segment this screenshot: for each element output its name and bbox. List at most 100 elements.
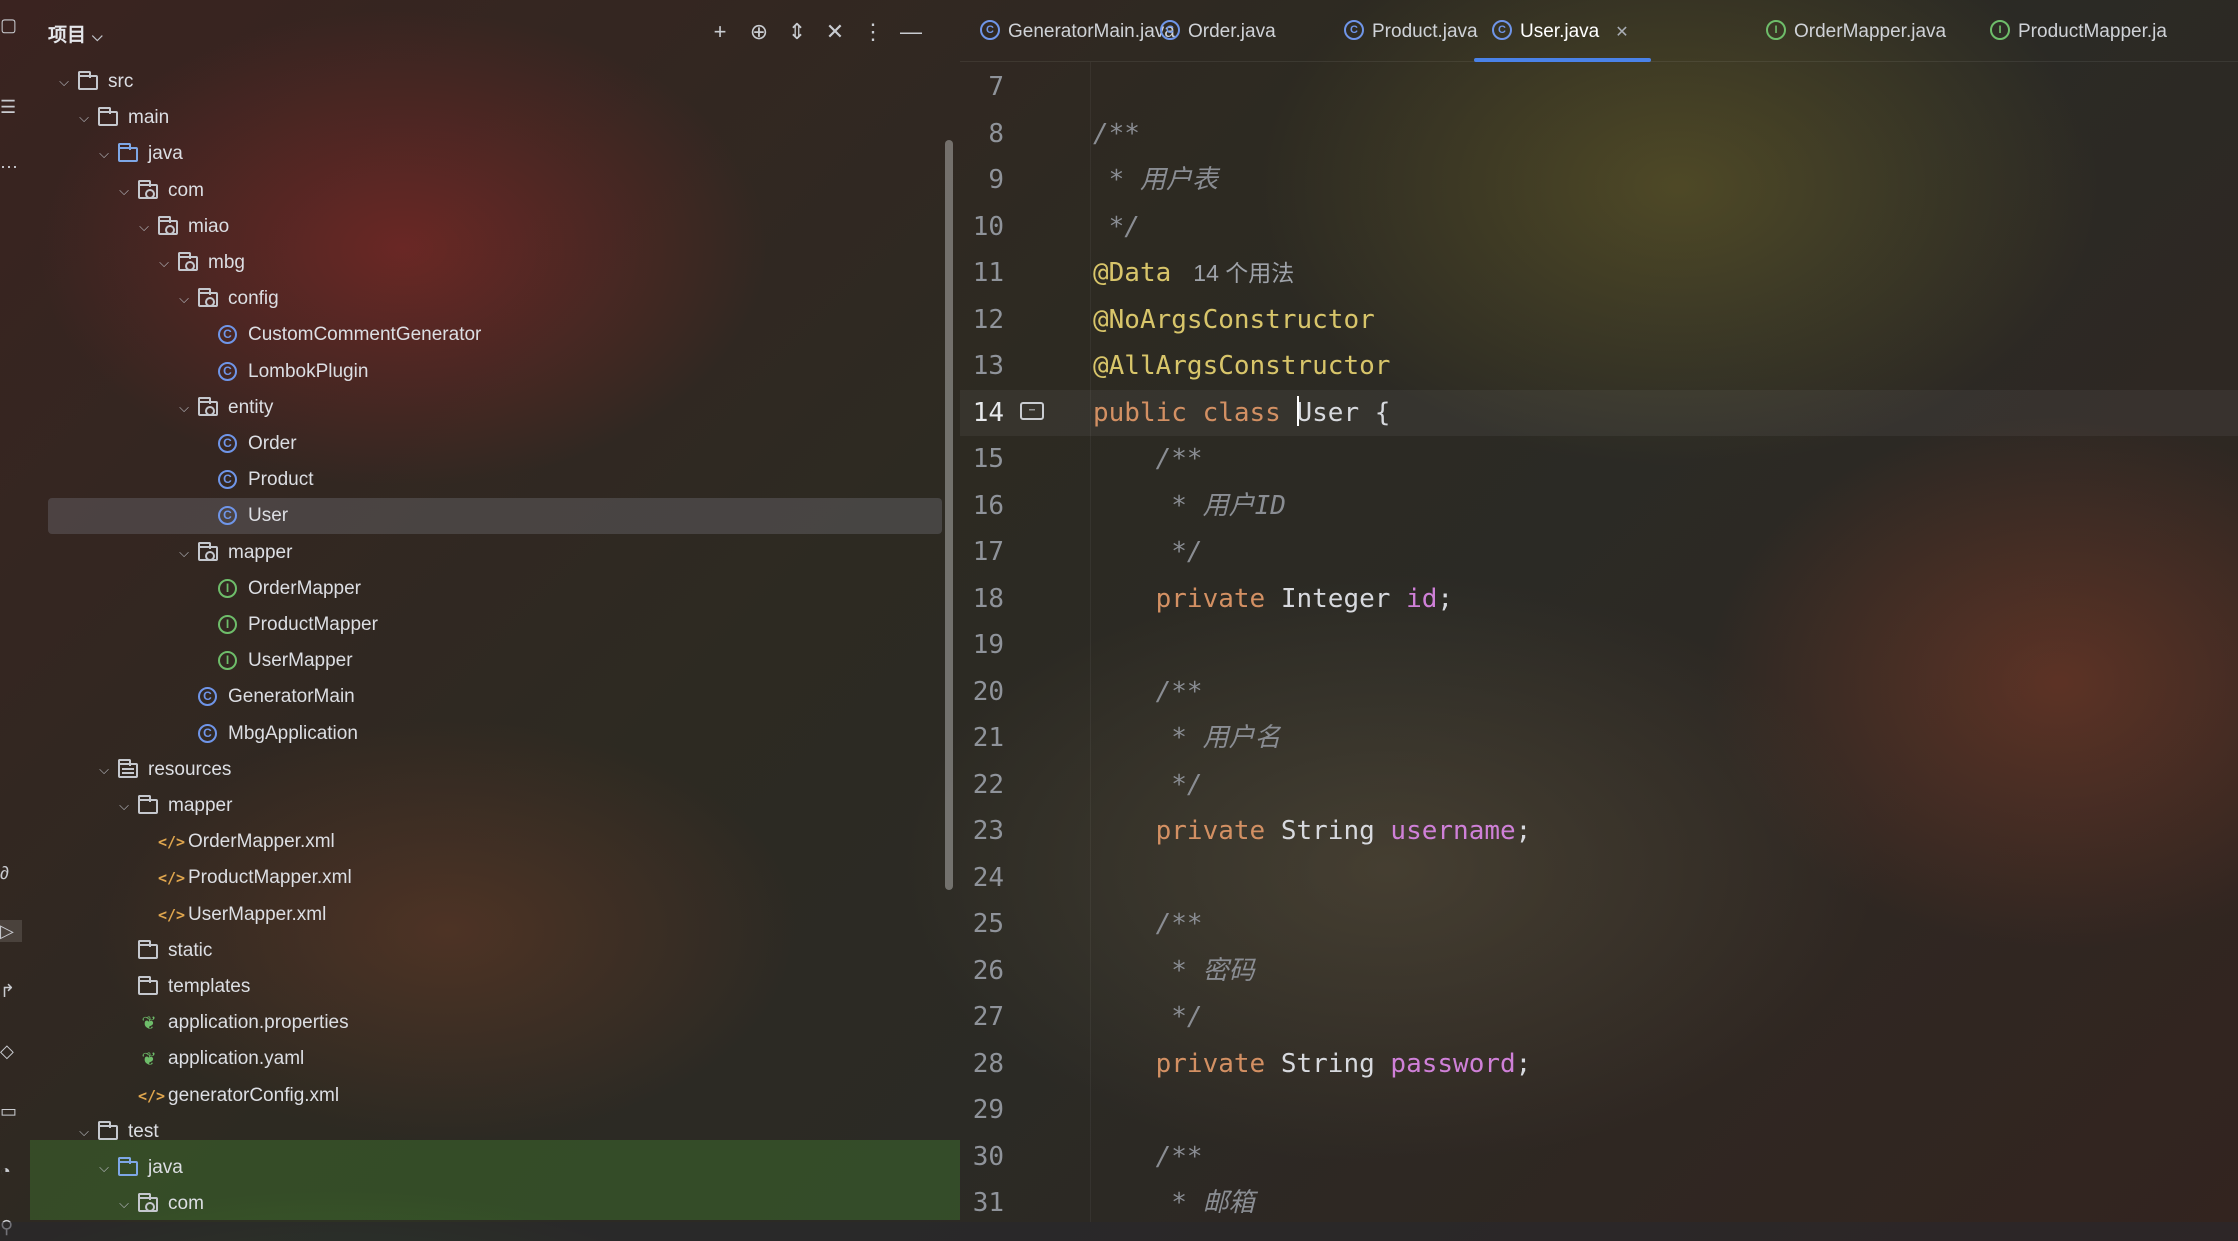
tree-row[interactable]: C User bbox=[48, 498, 942, 535]
chevron-down-icon[interactable]: ⌵ bbox=[176, 281, 192, 317]
line-number[interactable]: 27 bbox=[960, 994, 1004, 1040]
tree-row[interactable]: ⌵ mapper bbox=[30, 535, 942, 571]
tree-row[interactable]: C GeneratorMain bbox=[30, 679, 942, 715]
tree-row[interactable]: ⌵ com bbox=[30, 173, 942, 209]
line-number[interactable]: 24 bbox=[960, 855, 1004, 901]
tree-row[interactable]: ⌵ miao bbox=[30, 209, 942, 245]
editor-tab[interactable]: C Product.java bbox=[1344, 0, 1478, 62]
tree-row[interactable]: ⌵ src bbox=[30, 64, 942, 100]
code-line[interactable]: 25 /** bbox=[960, 901, 2238, 947]
tree-row[interactable]: C Product bbox=[30, 462, 942, 498]
code-line[interactable]: 24 bbox=[960, 855, 2238, 901]
collapse-all-icon[interactable]: ✕ bbox=[821, 18, 849, 46]
code-line[interactable]: 9 * 用户表 bbox=[960, 157, 2238, 203]
run-tool-icon[interactable]: ▷ bbox=[0, 920, 22, 942]
usages-hint[interactable]: 14 个用法 bbox=[1193, 260, 1294, 286]
tree-row[interactable]: </> UserMapper.xml bbox=[30, 897, 942, 933]
code-line[interactable]: 31 * 邮箱 bbox=[960, 1180, 2238, 1226]
tree-row[interactable]: ⌵ entity bbox=[30, 390, 942, 426]
code-line[interactable]: 27 */ bbox=[960, 994, 2238, 1040]
line-number[interactable]: 8 bbox=[960, 111, 1004, 157]
code-line[interactable]: 22 */ bbox=[960, 762, 2238, 808]
add-icon[interactable]: + bbox=[706, 18, 734, 46]
code-line[interactable]: 23 private String username; bbox=[960, 808, 2238, 854]
project-view-selector[interactable]: 项目 ⌵ bbox=[48, 20, 103, 47]
tree-row[interactable]: I OrderMapper bbox=[30, 571, 942, 607]
tree-row[interactable]: C LombokPlugin bbox=[30, 354, 942, 390]
more-options-icon[interactable]: ⋮ bbox=[859, 18, 887, 46]
line-number[interactable]: 14 bbox=[960, 390, 1004, 436]
debug-tool-icon[interactable]: ↱ bbox=[0, 980, 18, 1002]
line-number[interactable]: 25 bbox=[960, 901, 1004, 947]
code-line[interactable]: 8 /** bbox=[960, 111, 2238, 157]
tree-row[interactable]: ❦ application.yaml bbox=[30, 1041, 942, 1077]
more-tools-icon[interactable]: ⋯ bbox=[0, 156, 18, 178]
expand-all-icon[interactable]: ⇕ bbox=[783, 18, 811, 46]
line-number[interactable]: 20 bbox=[960, 669, 1004, 715]
code-line[interactable]: 30 /** bbox=[960, 1134, 2238, 1180]
tree-row[interactable]: I UserMapper bbox=[30, 643, 942, 679]
chevron-down-icon[interactable]: ⌵ bbox=[176, 390, 192, 426]
editor-tab[interactable]: I ProductMapper.ja bbox=[1990, 0, 2167, 62]
chevron-down-icon[interactable]: ⌵ bbox=[116, 173, 132, 209]
tree-row[interactable]: static bbox=[30, 933, 942, 969]
code-line[interactable]: 15 /** bbox=[960, 436, 2238, 482]
code-line[interactable]: 26 * 密码 bbox=[960, 948, 2238, 994]
tree-row[interactable]: </> ProductMapper.xml bbox=[30, 860, 942, 896]
code-line[interactable]: 16 * 用户ID bbox=[960, 483, 2238, 529]
line-number[interactable]: 15 bbox=[960, 436, 1004, 482]
terminal-tool-icon[interactable]: ▭ bbox=[0, 1100, 18, 1122]
tree-row[interactable]: ❦ application.properties bbox=[30, 1005, 942, 1041]
chevron-down-icon[interactable]: ⌵ bbox=[56, 64, 72, 100]
chevron-down-icon[interactable]: ⌵ bbox=[116, 788, 132, 824]
tree-row[interactable]: C MbgApplication bbox=[30, 716, 942, 752]
structure-tool-icon[interactable]: ☰ bbox=[0, 96, 18, 118]
tree-row[interactable]: I ProductMapper bbox=[30, 607, 942, 643]
chevron-down-icon[interactable]: ⌵ bbox=[136, 209, 152, 245]
close-tab-icon[interactable]: ✕ bbox=[1615, 24, 1628, 41]
line-number[interactable]: 21 bbox=[960, 715, 1004, 761]
line-number[interactable]: 22 bbox=[960, 762, 1004, 808]
tree-row[interactable]: </> OrderMapper.xml bbox=[30, 824, 942, 860]
code-line[interactable]: 19 bbox=[960, 622, 2238, 668]
project-tool-icon[interactable]: ▢ bbox=[0, 14, 18, 36]
code-line[interactable]: 29 bbox=[960, 1087, 2238, 1133]
code-line[interactable]: 7 bbox=[960, 64, 2238, 110]
editor-tab[interactable]: C GeneratorMain.java bbox=[980, 0, 1175, 62]
locate-icon[interactable]: ⊕ bbox=[745, 18, 773, 46]
code-line[interactable]: 14 ⋯ public class User { bbox=[960, 389, 2238, 436]
line-number[interactable]: 28 bbox=[960, 1041, 1004, 1087]
chevron-down-icon[interactable]: ⌵ bbox=[76, 100, 92, 136]
tree-row[interactable]: ⌵ main bbox=[30, 100, 942, 136]
tree-row[interactable]: ⌵ test bbox=[30, 1114, 942, 1150]
tree-row[interactable]: ⌵ mbg bbox=[30, 245, 942, 281]
line-number[interactable]: 26 bbox=[960, 948, 1004, 994]
line-number[interactable]: 7 bbox=[960, 64, 1004, 110]
chevron-down-icon[interactable]: ⌵ bbox=[96, 1150, 112, 1186]
chevron-down-icon[interactable]: ⌵ bbox=[156, 245, 172, 281]
code-line[interactable]: 28 private String password; bbox=[960, 1041, 2238, 1087]
code-line[interactable]: 20 /** bbox=[960, 669, 2238, 715]
code-line[interactable]: 11 @Data 14 个用法 bbox=[960, 250, 2238, 296]
line-number[interactable]: 9 bbox=[960, 157, 1004, 203]
code-line[interactable]: 12 @NoArgsConstructor bbox=[960, 297, 2238, 343]
inline-hint-gutter-icon[interactable]: ⋯ bbox=[1020, 401, 1044, 420]
tree-row[interactable]: ⌵ resources bbox=[30, 752, 942, 788]
tree-row[interactable]: ⌵ com bbox=[30, 1186, 942, 1222]
line-number[interactable]: 19 bbox=[960, 622, 1004, 668]
hide-icon[interactable]: — bbox=[897, 18, 925, 46]
editor-tab[interactable]: C User.java ✕ bbox=[1474, 0, 1651, 62]
chevron-down-icon[interactable]: ⌵ bbox=[96, 752, 112, 788]
line-number[interactable]: 29 bbox=[960, 1087, 1004, 1133]
tree-row[interactable]: </> generatorConfig.xml bbox=[30, 1078, 942, 1114]
git-tool-icon[interactable]: ◇ bbox=[0, 1040, 18, 1062]
line-number[interactable]: 18 bbox=[960, 576, 1004, 622]
chevron-down-icon[interactable]: ⌵ bbox=[96, 136, 112, 172]
tree-row[interactable]: ⌵ mapper bbox=[30, 788, 942, 824]
tree-row[interactable]: ⌵ java bbox=[30, 1150, 942, 1186]
tree-row[interactable]: C CustomCommentGenerator bbox=[30, 317, 942, 353]
code-line[interactable]: 10 */ bbox=[960, 204, 2238, 250]
services-tool-icon[interactable]: ∂ bbox=[0, 862, 18, 884]
editor-tab[interactable]: I OrderMapper.java bbox=[1766, 0, 1946, 62]
editor-tab[interactable]: C Order.java bbox=[1160, 0, 1276, 62]
